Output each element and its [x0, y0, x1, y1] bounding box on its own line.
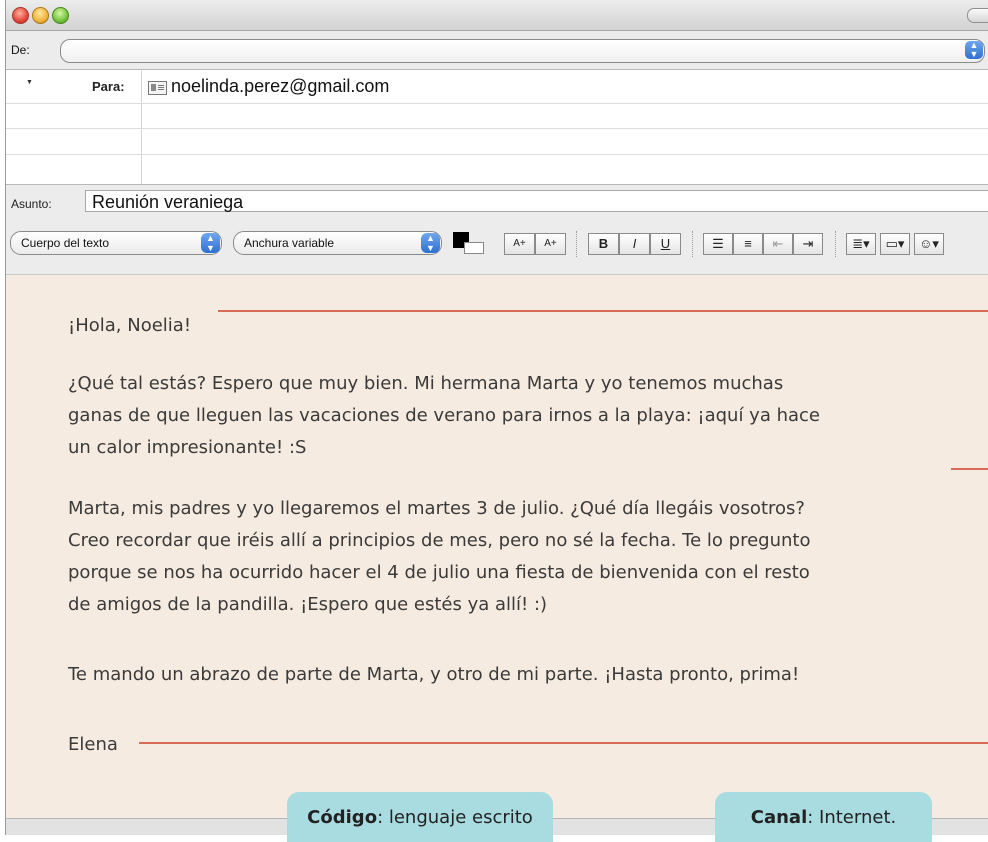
paragraph-style-value: Cuerpo del texto: [21, 236, 110, 250]
expand-triangle-icon[interactable]: ▼: [26, 79, 33, 86]
paragraph-2: Marta, mis padres y yo llegaremos el mar…: [68, 498, 811, 615]
bold-button[interactable]: B: [588, 233, 619, 255]
pointer-line-greeting: [218, 310, 988, 312]
to-recipient[interactable]: noelinda.perez@gmail.com: [171, 76, 389, 97]
paragraph-1: ¿Qué tal estás? Espero que muy bien. Mi …: [68, 373, 820, 458]
signature-text: Elena: [68, 734, 118, 755]
from-row: De: ▲ ▼: [6, 31, 988, 64]
toolbar-toggle-icon[interactable]: [967, 8, 988, 23]
font-smaller-button[interactable]: A+: [535, 233, 566, 255]
background-color-swatch[interactable]: [464, 242, 484, 254]
pointer-line-signature: [139, 742, 988, 744]
format-toolbar: Cuerpo del texto ▲ ▼ Anchura variable ▲ ▼ …: [6, 220, 988, 275]
contact-card-icon: [148, 81, 167, 95]
select-stepper-icon: ▲ ▼: [965, 41, 983, 59]
alignment-icon[interactable]: ≣▾: [846, 233, 876, 255]
font-select[interactable]: Anchura variable ▲ ▼: [233, 231, 442, 255]
emoji-icon[interactable]: ☺▾: [914, 233, 944, 255]
to-label: Para:: [92, 79, 125, 94]
zoom-icon[interactable]: [52, 7, 69, 24]
paragraph-3: Te mando un abrazo de parte de Marta, y …: [68, 664, 800, 685]
font-value: Anchura variable: [244, 236, 335, 250]
select-stepper-icon: ▲ ▼: [421, 233, 440, 253]
pointer-line-body: [951, 468, 988, 470]
underline-button[interactable]: U: [650, 233, 681, 255]
numbered-list-button[interactable]: ≡: [733, 233, 763, 255]
from-label: De:: [11, 43, 30, 57]
title-bar: [6, 0, 988, 31]
subject-input[interactable]: Reunión veraniega: [85, 190, 988, 212]
recipients-area[interactable]: ▼ Para: noelinda.perez@gmail.com: [6, 69, 988, 185]
mail-compose-window: De: ▲ ▼ ▼ Para: noelinda.perez@gmail.com …: [5, 0, 988, 835]
italic-button[interactable]: I: [619, 233, 650, 255]
font-bigger-button[interactable]: A+: [504, 233, 535, 255]
bullet-list-button[interactable]: ☰: [703, 233, 733, 255]
select-stepper-icon: ▲ ▼: [201, 233, 220, 253]
outdent-icon[interactable]: ⇤: [763, 233, 793, 255]
greeting-text: ¡Hola, Noelia!: [68, 315, 192, 336]
paragraph-style-select[interactable]: Cuerpo del texto ▲ ▼: [10, 231, 222, 255]
subject-label: Asunto:: [11, 197, 52, 211]
subject-row: Asunto: Reunión veraniega: [6, 185, 988, 219]
indent-icon[interactable]: ⇥: [793, 233, 823, 255]
message-body[interactable]: ¡Hola, Noelia! ¿Qué tal estás? Espero qu…: [6, 275, 988, 835]
close-icon[interactable]: [12, 7, 29, 24]
from-select[interactable]: ▲ ▼: [60, 39, 985, 63]
attachment-icon[interactable]: ▭▾: [880, 233, 910, 255]
minimize-icon[interactable]: [32, 7, 49, 24]
